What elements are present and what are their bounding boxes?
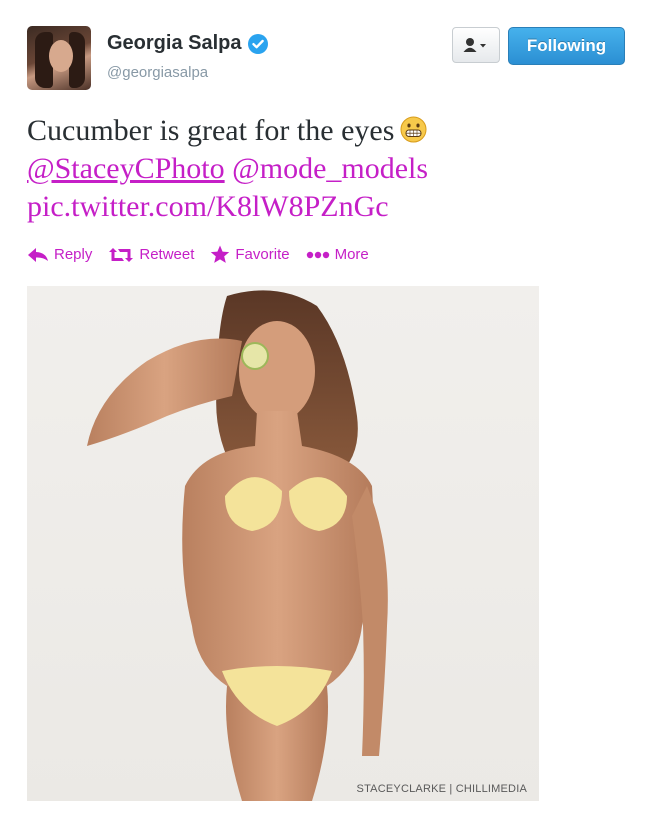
retweet-label: Retweet [139,246,195,263]
tweet-text-line-3: pic.twitter.com/K8lW8PZnGc [27,188,627,226]
tweet-photo[interactable]: STACEYCLARKE | CHILLIMEDIA [27,286,539,801]
user-full-name[interactable]: Georgia Salpa [107,32,242,55]
retweet-icon [109,247,134,262]
more-action[interactable]: More [306,246,369,263]
more-label: More [334,246,369,263]
person-icon [463,38,486,52]
verified-badge-icon [247,33,268,54]
avatar-face [49,40,73,72]
reply-arrow-icon [28,247,48,262]
face-shape [239,321,315,421]
tweet-text: Cucumber is great for the eyes @StaceyCP… [27,112,627,226]
mention-link-staceycphoto[interactable]: @StaceyCPhoto [27,152,225,185]
caret-down-icon [480,44,486,48]
following-button[interactable]: Following [508,27,625,65]
tweet-actions-bar: Reply Retweet Favorite More [27,245,385,264]
tweet-text-line-2: @StaceyCPhoto @mode_models [27,150,627,188]
star-icon [211,245,230,263]
photo-image [87,290,388,801]
tweet-body: Cucumber is great for the eyes [27,114,395,147]
photo-credit: STACEYCLARKE | CHILLIMEDIA [356,783,527,795]
tweet-card: Georgia Salpa @georgiasalpa Following Cu… [0,0,650,815]
tweet-text-line-1: Cucumber is great for the eyes [27,112,627,150]
avatar[interactable] [27,26,91,90]
user-name-row[interactable]: Georgia Salpa [107,32,268,55]
retweet-action[interactable]: Retweet [108,246,194,263]
favorite-label: Favorite [235,246,290,263]
pic-link[interactable]: pic.twitter.com/K8lW8PZnGc [27,190,389,223]
reply-action[interactable]: Reply [27,246,92,263]
grinning-face-emoji-icon [400,116,427,143]
mention-link-mode-models[interactable]: @mode_models [232,152,428,185]
cucumber-slice-shape [241,342,269,370]
more-dots-icon [306,251,329,258]
user-actions-dropdown-button[interactable] [452,27,500,63]
reply-label: Reply [54,246,93,263]
favorite-action[interactable]: Favorite [210,245,290,264]
user-handle[interactable]: @georgiasalpa [107,64,208,81]
